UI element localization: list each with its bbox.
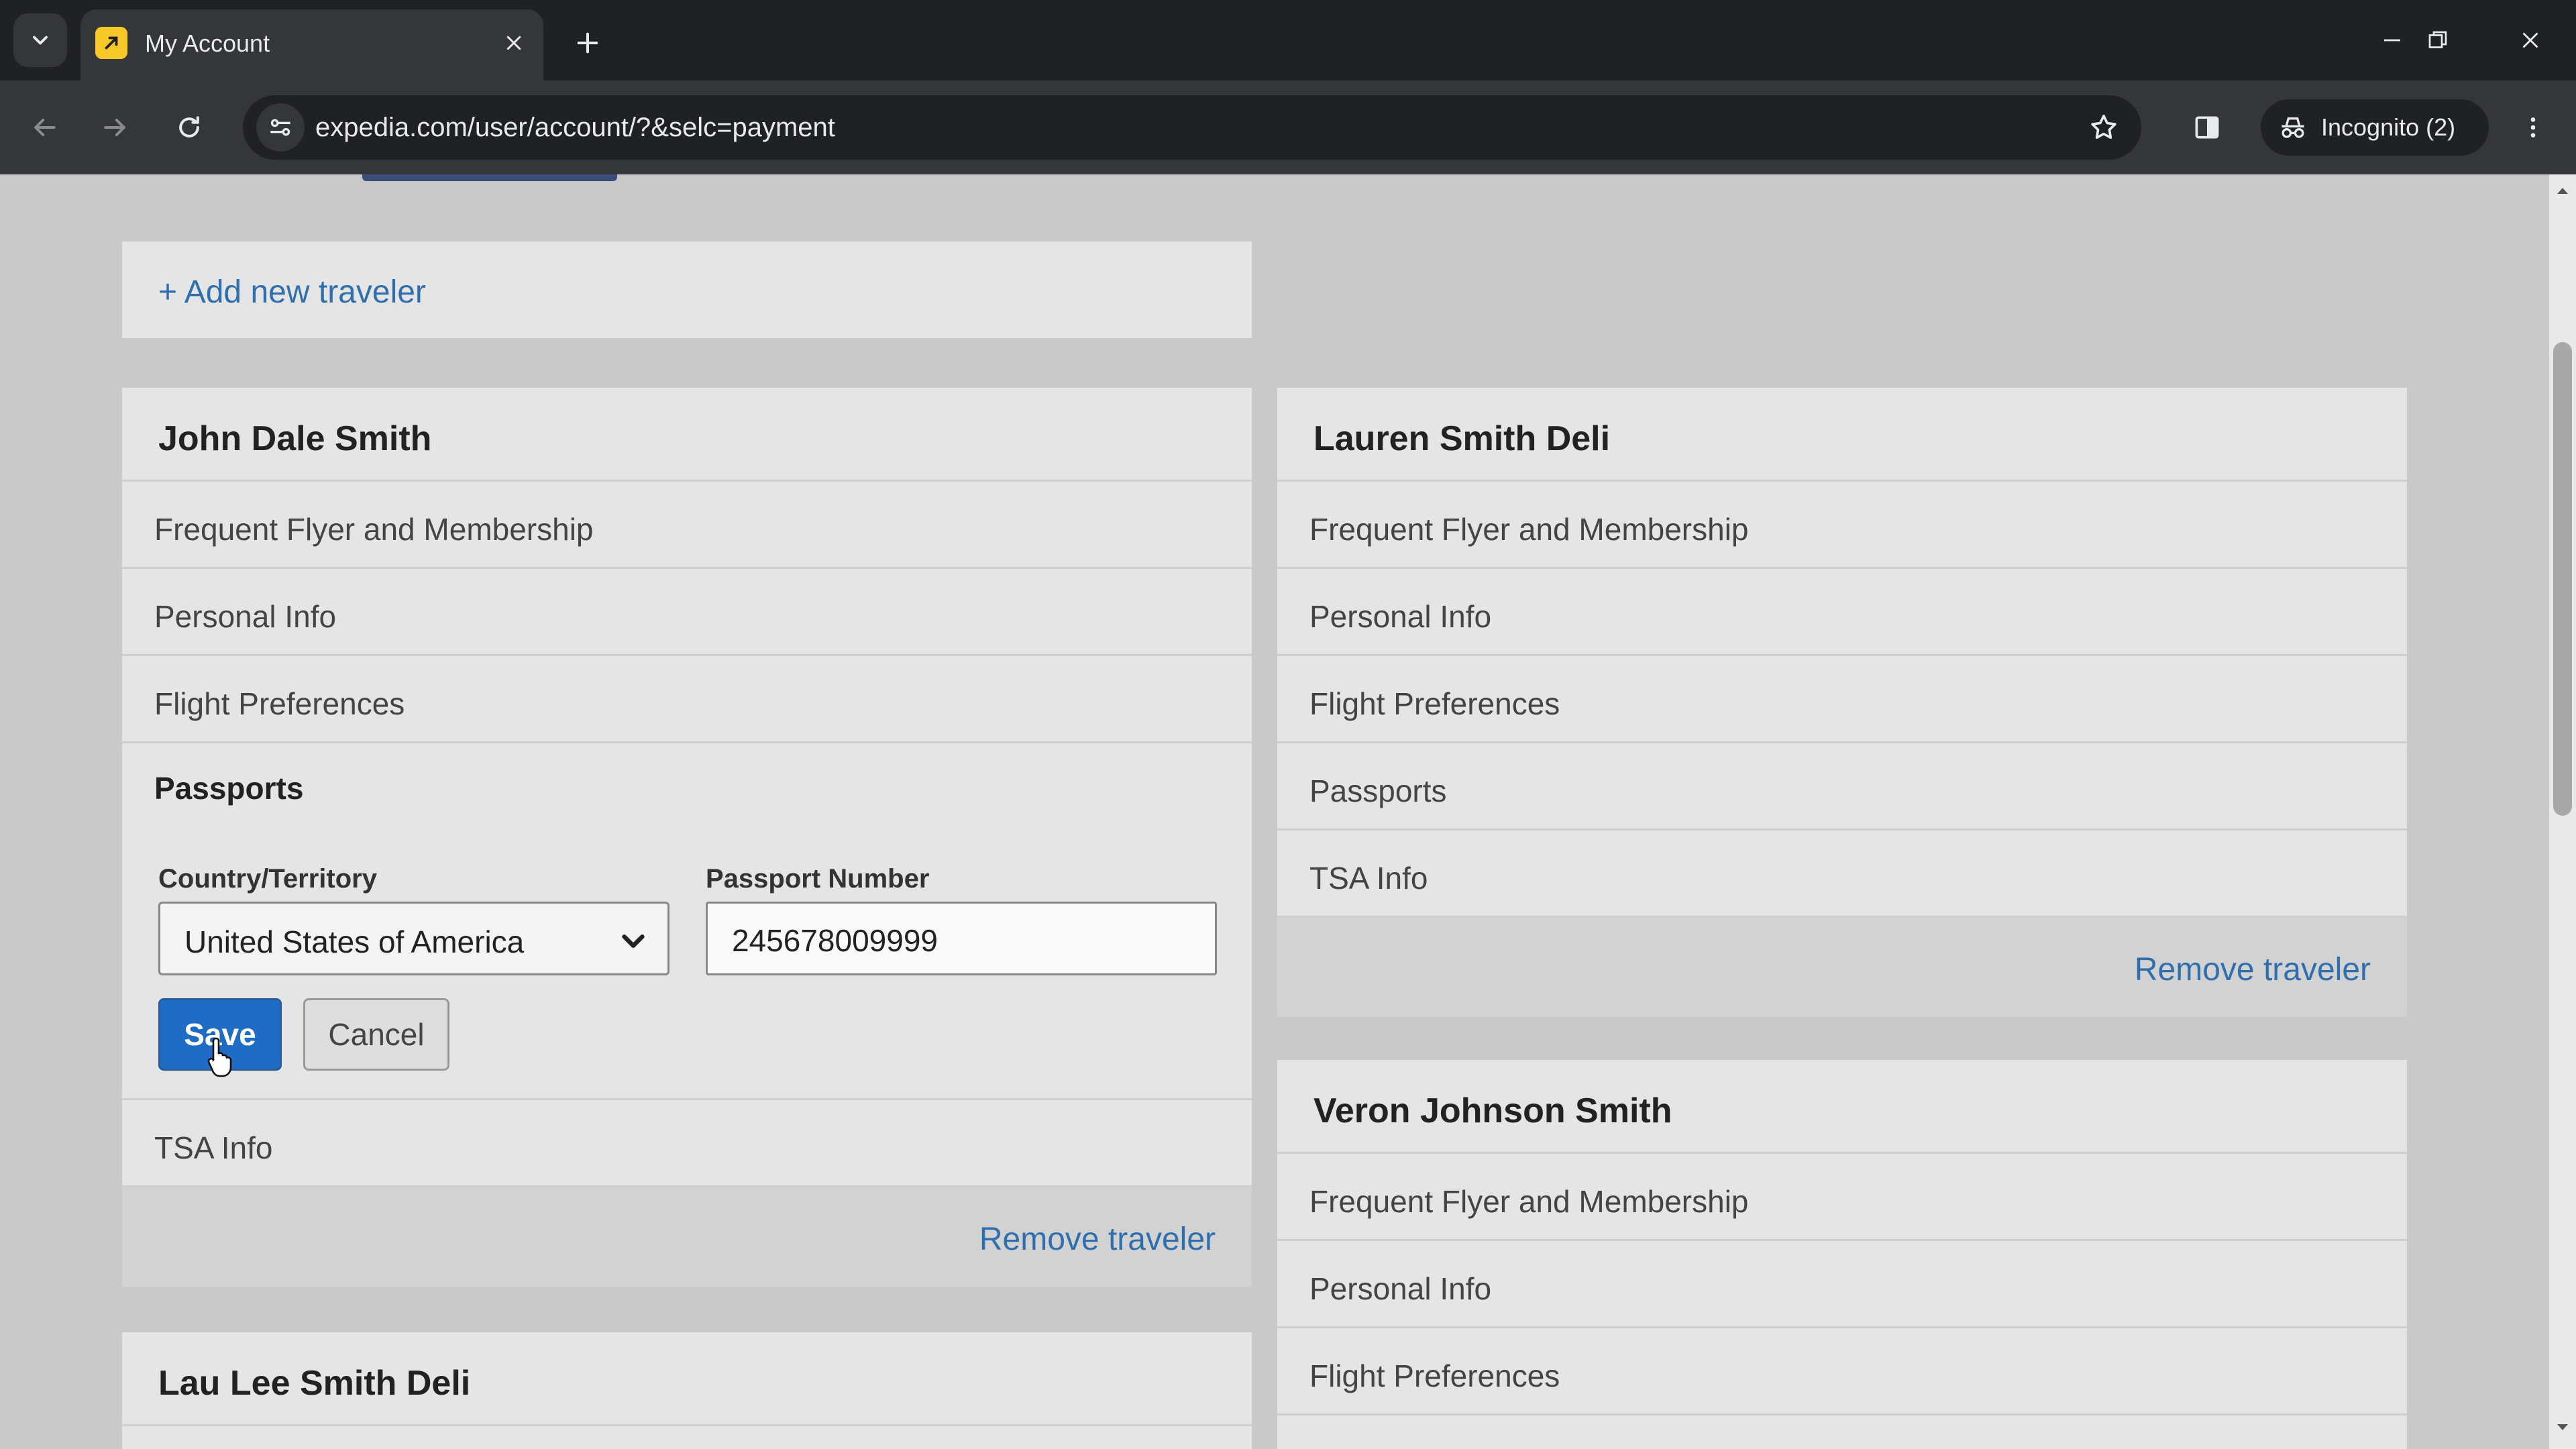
site-info-tune-icon[interactable]: [256, 103, 305, 152]
tsa-info-section[interactable]: TSA Info: [1277, 830, 2407, 918]
passports-heading: Passports: [154, 771, 304, 806]
browser-toolbar: expedia.com/user/account/?&selc=payment …: [0, 80, 2576, 174]
hand-cursor-icon: [207, 1037, 232, 1077]
traveler-card-veron-johnson-smith: Veron Johnson Smith Frequent Flyer and M…: [1277, 1060, 2407, 1449]
traveler-card-lau-lee-smith-deli: Lau Lee Smith Deli: [122, 1332, 1252, 1449]
personal-info-section[interactable]: Personal Info: [1277, 1241, 2407, 1328]
passport-form: Passports Country/Territory Passport Num…: [122, 743, 1252, 1100]
passport-number-input[interactable]: 245678009999: [706, 902, 1217, 975]
traveler-name: Lau Lee Smith Deli: [122, 1332, 1252, 1426]
url-text: expedia.com/user/account/?&selc=payment: [315, 113, 835, 142]
frequent-flyer-section[interactable]: Frequent Flyer and Membership: [1277, 1154, 2407, 1241]
incognito-label: Incognito (2): [2321, 113, 2456, 141]
remove-traveler-link[interactable]: Remove traveler: [2135, 951, 2371, 988]
page-scrollbar[interactable]: [2549, 174, 2576, 1449]
country-selected-value: United States of America: [184, 924, 525, 959]
chevron-down-icon: [622, 934, 645, 948]
tsa-info-section[interactable]: TSA Info: [122, 1100, 1252, 1187]
close-tab-icon[interactable]: [498, 27, 530, 59]
personal-info-section[interactable]: Personal Info: [122, 569, 1252, 656]
add-new-traveler-link[interactable]: + Add new traveler: [158, 274, 426, 311]
new-tab-plus-icon[interactable]: [564, 19, 612, 67]
frequent-flyer-section[interactable]: Frequent Flyer and Membership: [1277, 482, 2407, 569]
traveler-name: John Dale Smith: [122, 388, 1252, 482]
scrollbar-thumb[interactable]: [2553, 342, 2572, 816]
expedia-favicon-icon: [95, 27, 127, 59]
passports-section[interactable]: Passports: [1277, 743, 2407, 830]
forward-arrow-icon[interactable]: [89, 101, 142, 154]
active-tab-indicator: [362, 174, 617, 181]
country-territory-label: Country/Territory: [158, 864, 377, 894]
address-bar[interactable]: expedia.com/user/account/?&selc=payment: [243, 95, 2141, 160]
side-panel-icon[interactable]: [2180, 101, 2234, 154]
remove-traveler-zone: Remove traveler: [122, 1187, 1252, 1287]
remove-traveler-link[interactable]: Remove traveler: [979, 1221, 1216, 1258]
traveler-card-lauren-smith-deli: Lauren Smith Deli Frequent Flyer and Mem…: [1277, 388, 2407, 1017]
scroll-up-arrow-icon[interactable]: [2556, 185, 2569, 196]
browser-tab-my-account[interactable]: My Account: [80, 9, 543, 80]
traveler-name: Veron Johnson Smith: [1277, 1060, 2407, 1154]
scroll-down-arrow-icon[interactable]: [2556, 1422, 2569, 1433]
flight-preferences-section[interactable]: Flight Preferences: [1277, 1328, 2407, 1415]
frequent-flyer-section[interactable]: Frequent Flyer and Membership: [122, 482, 1252, 569]
more-menu-icon[interactable]: [2506, 101, 2560, 154]
browser-tab-bar: My Account: [0, 0, 2576, 80]
flight-preferences-section[interactable]: Flight Preferences: [122, 656, 1252, 743]
tab-search-button[interactable]: [13, 13, 67, 67]
add-traveler-card: + Add new traveler: [122, 241, 1252, 338]
incognito-icon: [2282, 117, 2304, 138]
reload-icon[interactable]: [162, 101, 216, 154]
bookmark-star-icon[interactable]: [2080, 103, 2128, 152]
passport-number-label: Passport Number: [706, 864, 930, 894]
personal-info-section[interactable]: Personal Info: [1277, 569, 2407, 656]
close-window-icon[interactable]: [2497, 13, 2564, 67]
tab-title: My Account: [145, 30, 270, 57]
page-viewport: + Add new traveler John Dale Smith Frequ…: [0, 174, 2549, 1449]
incognito-badge[interactable]: Incognito (2): [2261, 99, 2489, 156]
remove-traveler-zone: Remove traveler: [1277, 918, 2407, 1017]
flight-preferences-section[interactable]: Flight Preferences: [1277, 656, 2407, 743]
back-arrow-icon[interactable]: [17, 101, 71, 154]
traveler-name: Lauren Smith Deli: [1277, 388, 2407, 482]
traveler-card-john-dale-smith: John Dale Smith Frequent Flyer and Membe…: [122, 388, 1252, 1287]
cancel-button[interactable]: Cancel: [303, 998, 449, 1071]
country-territory-select[interactable]: United States of America: [158, 902, 669, 975]
chevron-down-icon: [33, 36, 48, 45]
restore-window-icon[interactable]: [2404, 13, 2471, 67]
